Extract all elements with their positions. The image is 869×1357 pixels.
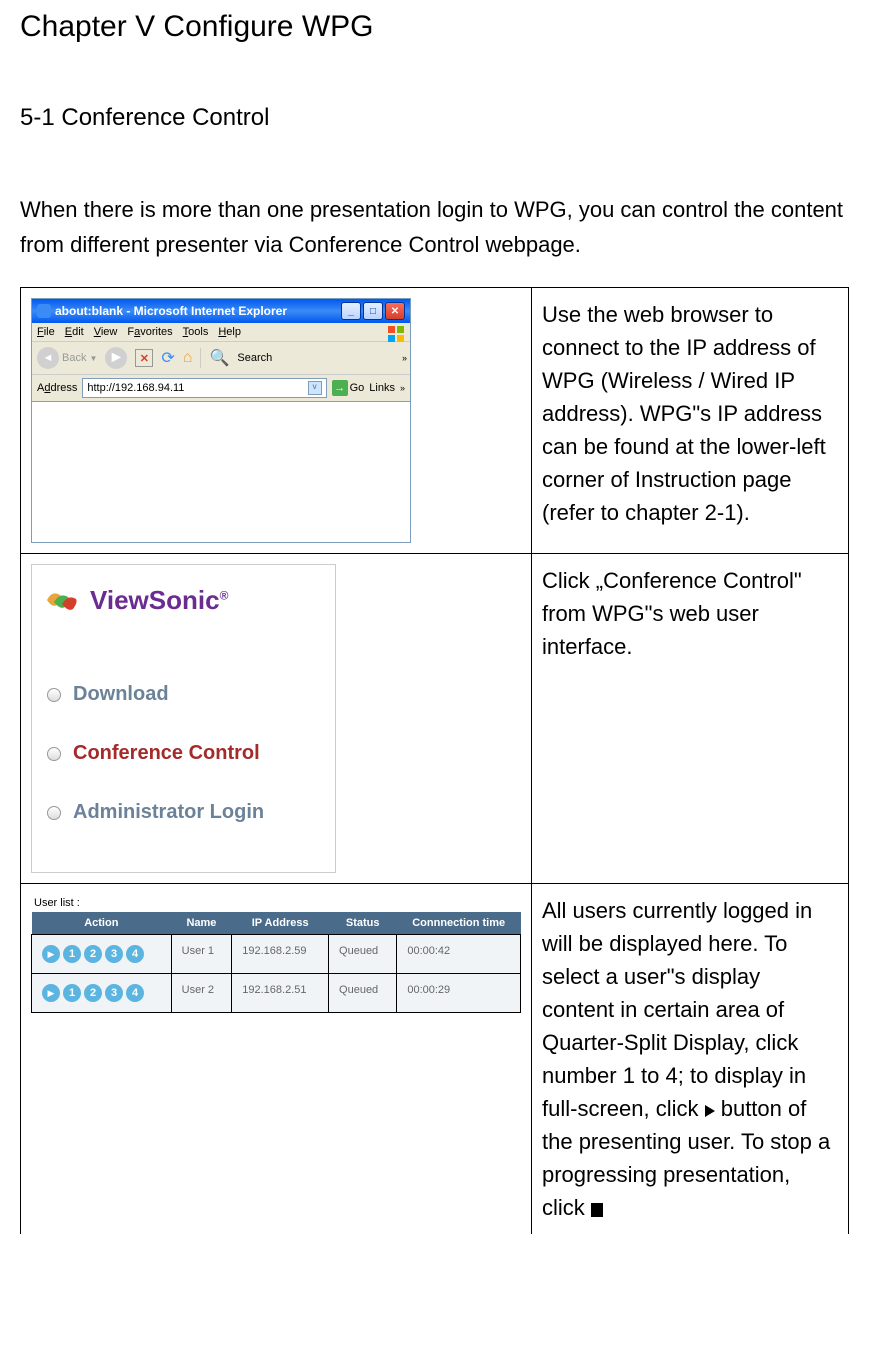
- viewsonic-panel: ViewSonic® Download Conference Control A…: [31, 564, 336, 873]
- refresh-icon[interactable]: ⟳: [161, 348, 174, 368]
- menu-file[interactable]: File: [37, 326, 55, 338]
- go-label: Go: [350, 382, 365, 394]
- chapter-title: Chapter V Configure WPG: [20, 10, 849, 44]
- browser-window: about:blank - Microsoft Internet Explore…: [31, 298, 411, 543]
- address-dropdown-icon[interactable]: v: [308, 381, 322, 395]
- intro-paragraph: When there is more than one presentation…: [20, 192, 849, 262]
- num2-icon[interactable]: 2: [84, 945, 102, 963]
- row1-image-cell: about:blank - Microsoft Internet Explore…: [21, 288, 532, 554]
- num3-icon[interactable]: 3: [105, 945, 123, 963]
- cell-status: Queued: [329, 935, 397, 974]
- birds-icon: [42, 580, 82, 620]
- num1-icon[interactable]: 1: [63, 945, 81, 963]
- search-label: Search: [237, 352, 272, 364]
- num2-icon[interactable]: 2: [84, 984, 102, 1002]
- user-table: Action Name IP Address Status Connnectio…: [31, 912, 521, 1013]
- cell-status: Queued: [329, 974, 397, 1013]
- header-name: Name: [171, 912, 232, 935]
- minimize-button[interactable]: _: [341, 302, 361, 320]
- back-button[interactable]: ◄ Back ▼: [37, 347, 97, 369]
- row1-description: Use the web browser to connect to the IP…: [532, 288, 849, 554]
- address-input[interactable]: http://192.168.94.11 v: [82, 378, 326, 398]
- num3-icon[interactable]: 3: [105, 984, 123, 1002]
- header-status: Status: [329, 912, 397, 935]
- home-icon[interactable]: ⌂: [183, 349, 193, 367]
- download-label: Download: [73, 683, 169, 706]
- play-triangle-icon: [705, 1105, 715, 1117]
- forward-button[interactable]: ►: [105, 347, 127, 369]
- browser-title-bar: about:blank - Microsoft Internet Explore…: [32, 299, 410, 323]
- back-label: Back: [62, 352, 86, 364]
- address-label: Address: [37, 382, 77, 394]
- toolbar-chevron-icon[interactable]: »: [402, 353, 407, 363]
- num4-icon[interactable]: 4: [126, 945, 144, 963]
- user-list-label: User list :: [31, 894, 521, 912]
- num1-icon[interactable]: 1: [63, 984, 81, 1002]
- cell-name: User 1: [171, 935, 232, 974]
- desc-part1: All users currently logged in will be di…: [542, 898, 812, 1121]
- viewsonic-menu: Download Conference Control Administrato…: [32, 635, 335, 872]
- cell-time: 00:00:29: [397, 974, 521, 1013]
- menu-conference-control[interactable]: Conference Control: [47, 724, 320, 783]
- menu-edit[interactable]: Edit: [65, 326, 84, 338]
- close-button[interactable]: ✕: [385, 302, 405, 320]
- instruction-table: about:blank - Microsoft Internet Explore…: [20, 287, 849, 1234]
- table-row: ▶ 1 2 3 4 User 2 192.168.2.51 Queued 00:: [32, 974, 521, 1013]
- maximize-button[interactable]: □: [363, 302, 383, 320]
- radio-icon: [47, 747, 61, 761]
- radio-icon: [47, 806, 61, 820]
- browser-title: about:blank - Microsoft Internet Explore…: [55, 304, 287, 318]
- menu-view[interactable]: View: [94, 326, 118, 338]
- browser-content-area: [32, 402, 410, 542]
- stop-square-icon: [591, 1203, 603, 1217]
- cell-ip: 192.168.2.51: [232, 974, 329, 1013]
- table-row: ▶ 1 2 3 4 User 1 192.168.2.59 Queued 00:: [32, 935, 521, 974]
- header-ip: IP Address: [232, 912, 329, 935]
- section-title: 5-1 Conference Control: [20, 104, 849, 132]
- browser-toolbar: ◄ Back ▼ ► ✕ ⟳ ⌂ 🔍 Search »: [32, 342, 410, 375]
- row2-image-cell: ViewSonic® Download Conference Control A…: [21, 554, 532, 884]
- browser-menu-bar: File Edit View Favorites Tools Help: [32, 323, 410, 342]
- menu-download[interactable]: Download: [47, 665, 320, 724]
- viewsonic-logo: ViewSonic®: [32, 565, 335, 635]
- conference-label: Conference Control: [73, 742, 260, 765]
- play-icon[interactable]: ▶: [42, 945, 60, 963]
- links-label[interactable]: Links: [369, 382, 395, 394]
- admin-label: Administrator Login: [73, 801, 264, 824]
- num4-icon[interactable]: 4: [126, 984, 144, 1002]
- user-list-panel: User list : Action Name IP Address Statu…: [31, 894, 521, 1013]
- ie-icon: [37, 304, 51, 318]
- cell-time: 00:00:42: [397, 935, 521, 974]
- header-conn-time: Connnection time: [397, 912, 521, 935]
- row3-image-cell: User list : Action Name IP Address Statu…: [21, 884, 532, 1235]
- menu-tools[interactable]: Tools: [183, 326, 209, 338]
- radio-icon: [47, 688, 61, 702]
- search-icon[interactable]: 🔍: [209, 348, 229, 368]
- address-bar: Address http://192.168.94.11 v → Go Link…: [32, 375, 410, 402]
- menu-help[interactable]: Help: [218, 326, 241, 338]
- viewsonic-text: ViewSonic®: [90, 585, 228, 616]
- links-chevron-icon[interactable]: »: [400, 383, 405, 393]
- menu-admin-login[interactable]: Administrator Login: [47, 783, 320, 842]
- row3-description: All users currently logged in will be di…: [532, 884, 849, 1235]
- menu-favorites[interactable]: Favorites: [127, 326, 172, 338]
- header-action: Action: [32, 912, 172, 935]
- row2-description: Click „Conference Control" from WPG"s we…: [532, 554, 849, 884]
- go-button[interactable]: → Go: [332, 380, 365, 396]
- url-text: http://192.168.94.11: [87, 382, 184, 394]
- play-icon[interactable]: ▶: [42, 984, 60, 1002]
- cell-name: User 2: [171, 974, 232, 1013]
- cell-ip: 192.168.2.59: [232, 935, 329, 974]
- stop-button[interactable]: ✕: [135, 349, 153, 367]
- windows-flag-icon: [387, 325, 405, 343]
